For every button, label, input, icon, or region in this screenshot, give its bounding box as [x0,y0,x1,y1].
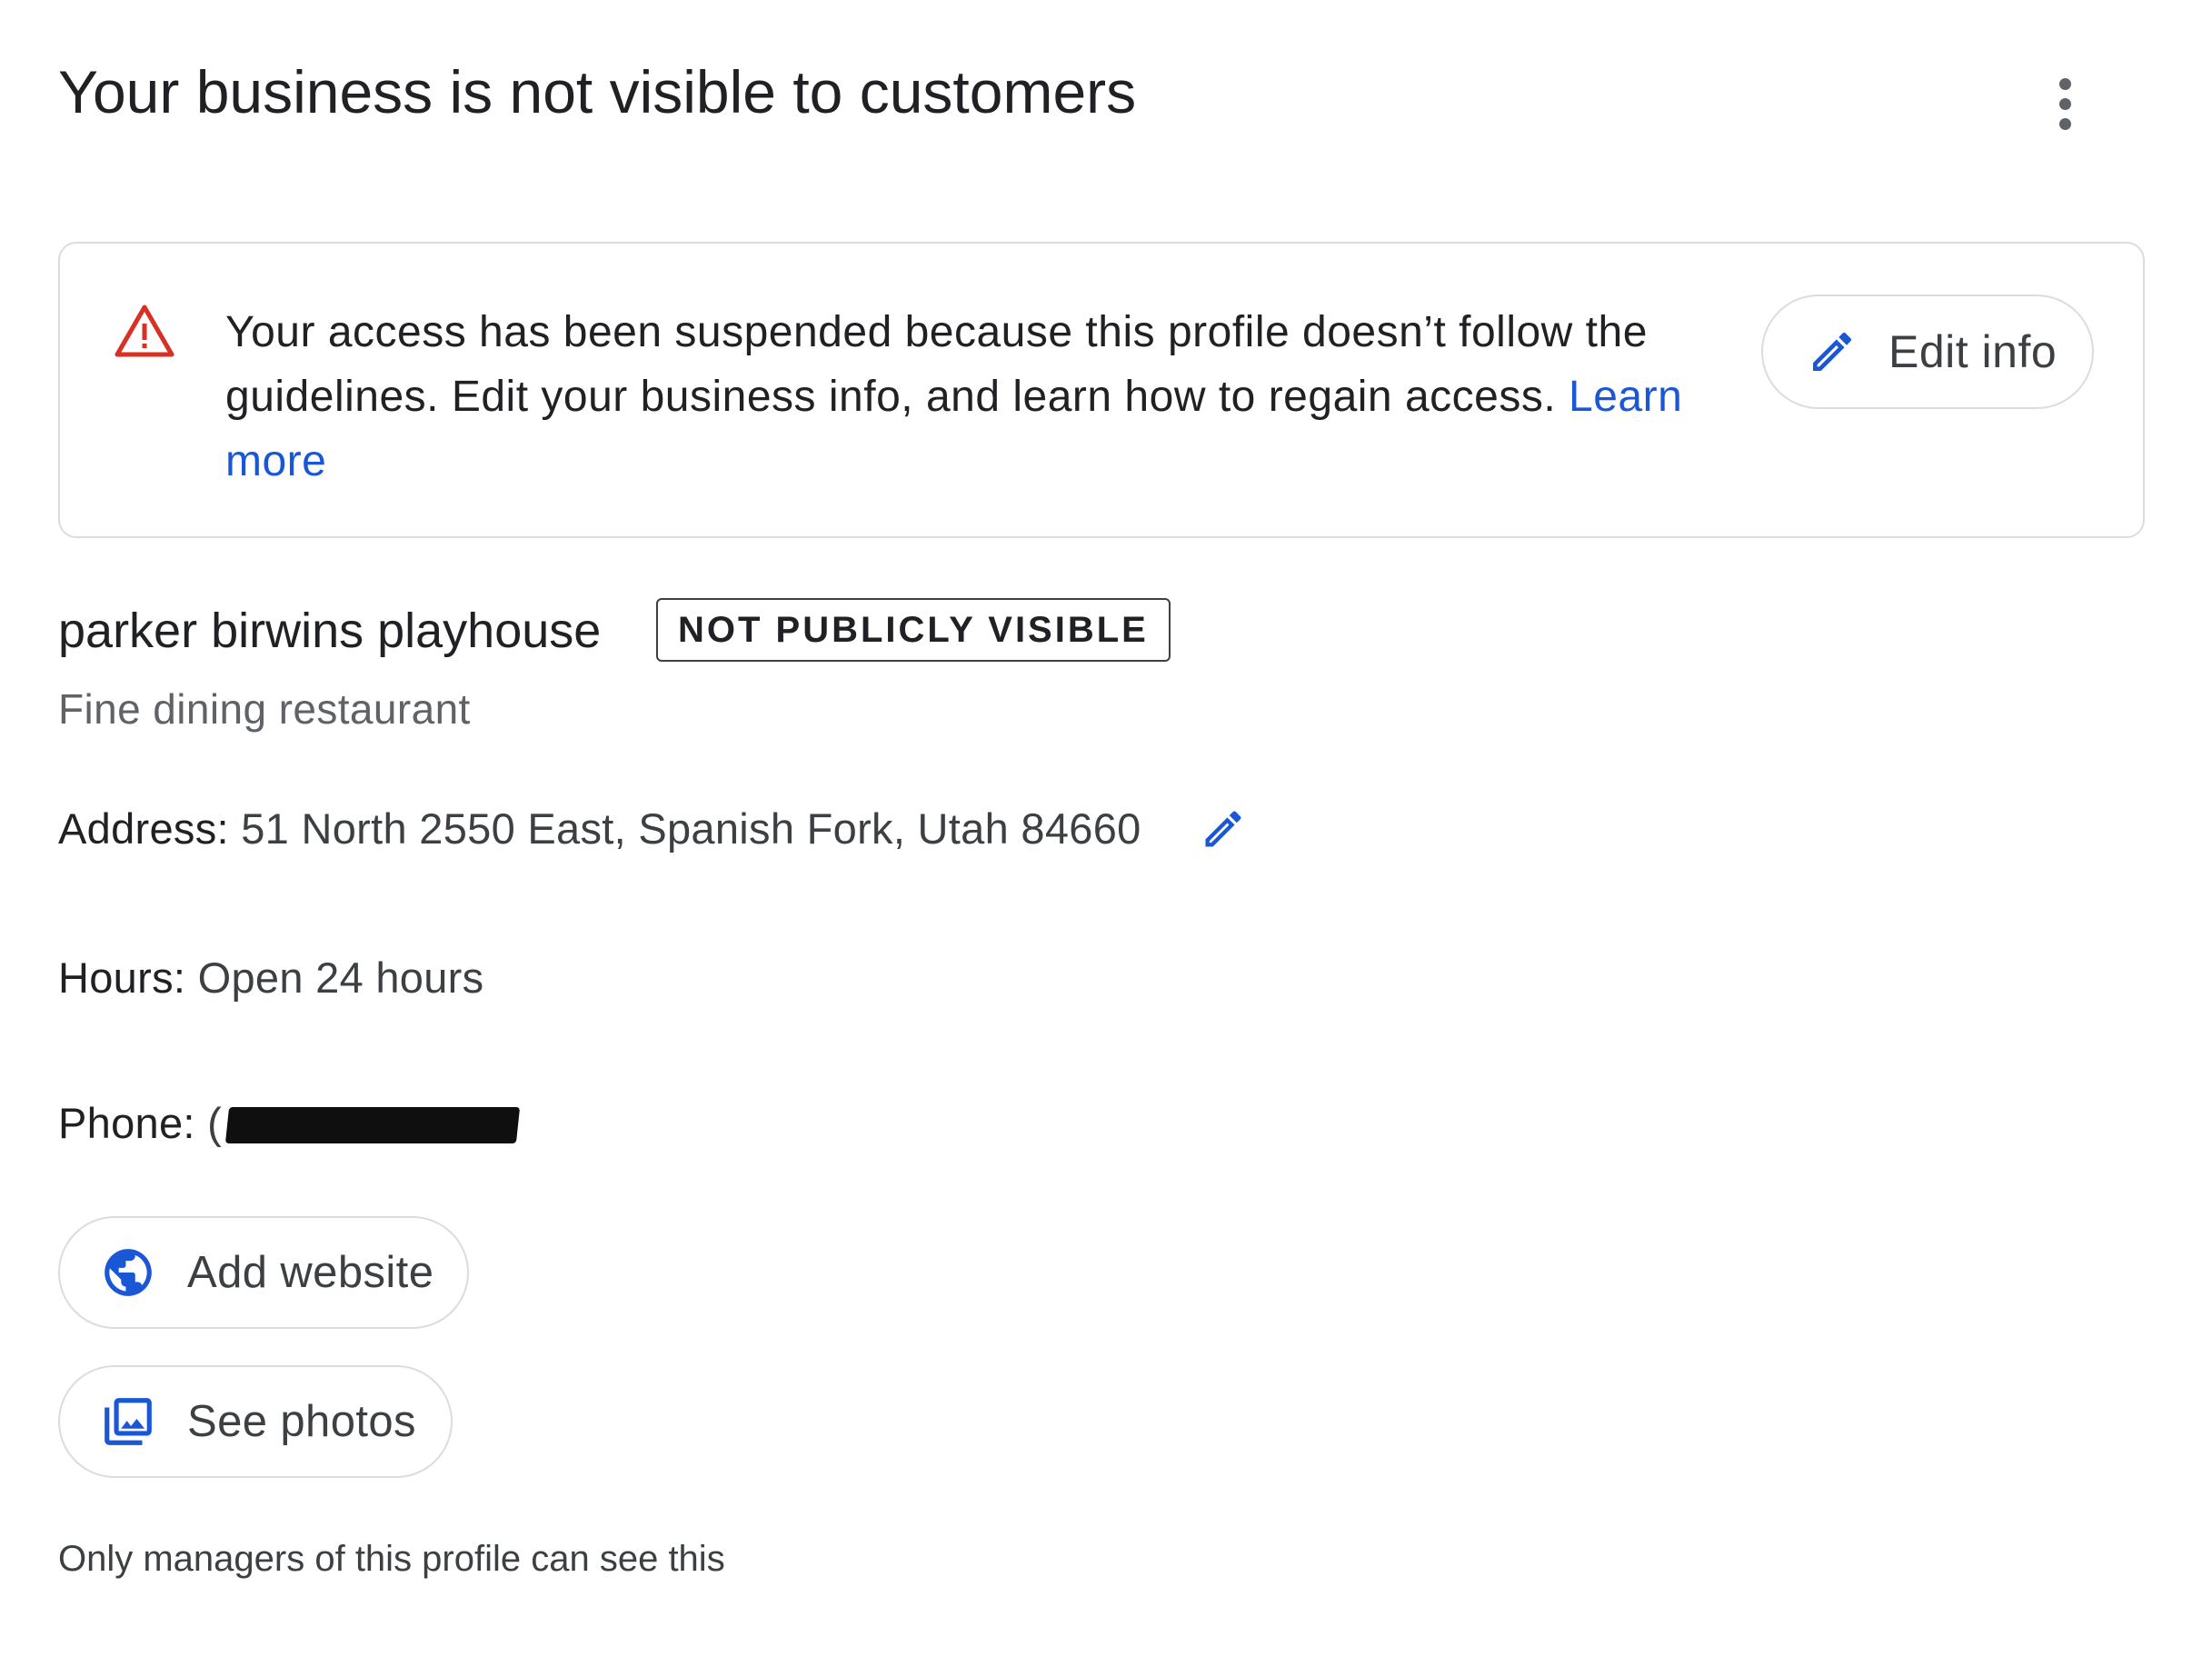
phone-redaction-mark [224,1107,521,1143]
phone-label: Phone: [58,1099,208,1147]
add-website-button[interactable]: Add website [58,1216,469,1329]
photo-library-icon [105,1398,152,1445]
edit-info-button[interactable]: Edit info [1761,294,2094,409]
alert-message: Your access has been suspended because t… [225,300,1789,494]
address-row: Address: 51 North 2550 East, Spanish For… [58,802,1141,856]
visibility-status-badge: NOT PUBLICLY VISIBLE [656,598,1171,662]
more-vert-icon-dot [2058,117,2071,130]
hours-value: Open 24 hours [197,953,484,1002]
see-photos-button[interactable]: See photos [58,1365,453,1478]
business-name: parker birwins playhouse [58,604,602,658]
pencil-icon[interactable] [1200,805,1247,853]
alert-message-text: Your access has been suspended because t… [225,308,1648,421]
globe-icon [105,1249,152,1296]
address-value: 51 North 2550 East, Spanish Fork, Utah 8… [241,804,1141,853]
more-vert-icon [2058,77,2071,90]
business-category: Fine dining restaurant [58,685,471,733]
managers-only-note: Only managers of this profile can see th… [58,1539,725,1579]
phone-row: Phone: ( [58,1096,222,1151]
hours-row: Hours: Open 24 hours [58,951,483,1005]
warning-triangle-icon [115,304,174,357]
phone-value-prefix: ( [207,1099,223,1147]
edit-info-label: Edit info [1888,326,2058,377]
pencil-icon [1813,332,1852,371]
see-photos-label: See photos [187,1397,416,1446]
suspension-alert: Your access has been suspended because t… [58,242,2145,538]
address-label: Address: [58,804,242,853]
add-website-label: Add website [187,1248,434,1297]
page-title: Your business is not visible to customer… [58,58,1137,125]
business-profile-panel: Your business is not visible to customer… [0,0,2212,1667]
more-options-button[interactable] [2036,65,2094,142]
more-vert-icon-dot [2058,97,2071,110]
hours-label: Hours: [58,953,198,1002]
